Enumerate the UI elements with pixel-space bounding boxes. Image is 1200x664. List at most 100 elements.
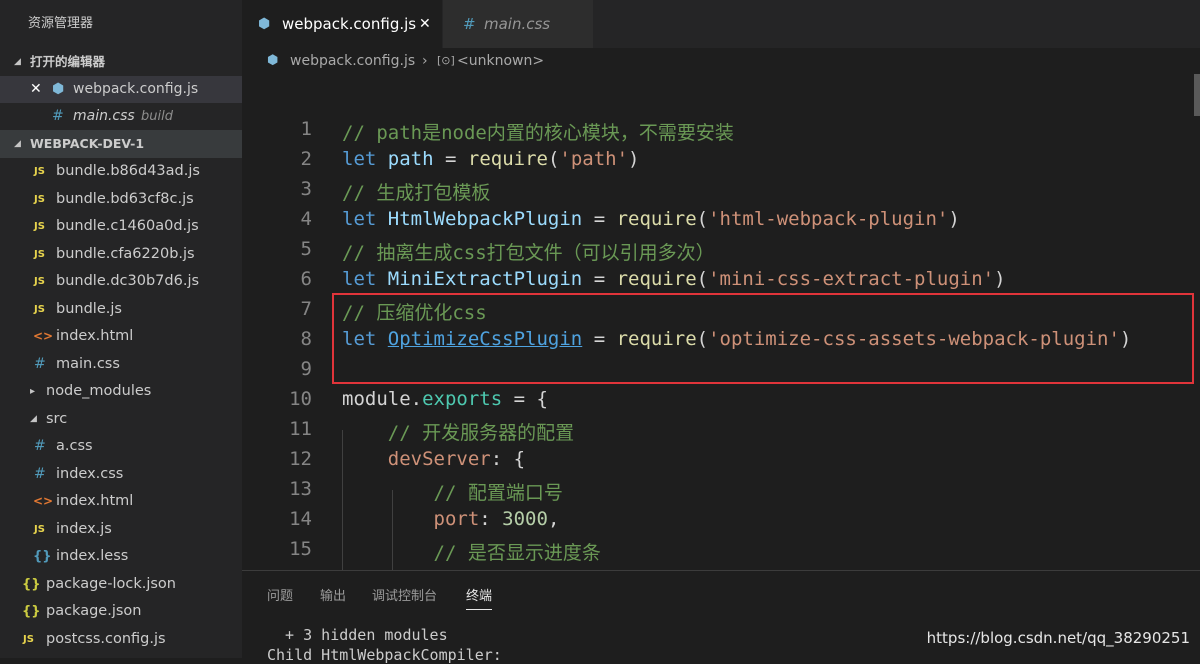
js-file-icon: JS — [34, 193, 45, 205]
close-icon[interactable]: ✕ — [30, 76, 42, 103]
code-line: let OptimizeCssPlugin = require('optimiz… — [342, 328, 1132, 350]
bottom-panel: 问题 输出 调试控制台 终端 + 3 hidden modules Child … — [242, 570, 1200, 664]
tab-problems[interactable]: 问题 — [267, 585, 293, 604]
json-file-icon: {} — [22, 576, 41, 592]
tree-item-label: bundle.bd63cf8c.js — [56, 190, 194, 207]
css-file-icon: # — [34, 438, 46, 454]
open-editor-item[interactable]: # main.css build — [0, 103, 242, 130]
tree-item-label: index.js — [56, 520, 112, 537]
breadcrumb-file[interactable]: webpack.config.js — [290, 48, 415, 74]
close-icon[interactable]: ✕ — [419, 0, 431, 48]
tree-item-label: bundle.c1460a0d.js — [56, 218, 199, 234]
css-file-icon: # — [34, 465, 46, 482]
code-line: // 是否显示进度条 — [433, 542, 601, 564]
tree-item[interactable]: JS bundle.c1460a0d.js — [0, 213, 242, 241]
breadcrumb-separator: › — [422, 53, 428, 69]
webpack-file-icon: ⬢ — [52, 81, 65, 97]
code-editor[interactable]: 1 2 3 4 5 6 7 8 9 10 11 12 13 14 15 // path是node内置的核心模… — [242, 74, 1200, 570]
html-file-icon: <> — [33, 494, 54, 508]
css-file-icon: # — [52, 108, 64, 124]
json-file-icon: {} — [22, 604, 41, 619]
terminal-line: + 3 hidden modules — [267, 626, 448, 644]
code-line: // 压缩优化css — [342, 302, 487, 324]
tab-output[interactable]: 输出 — [320, 585, 346, 604]
code-line: // 抽离生成css打包文件（可以引用多次） — [342, 242, 715, 264]
tree-item-label: bundle.b86d43ad.js — [56, 163, 200, 179]
tree-item-label: bundle.dc30b7d6.js — [56, 273, 200, 289]
js-file-icon: JS — [23, 633, 34, 645]
js-file-icon: JS — [34, 276, 45, 287]
line-number: 8 — [300, 328, 312, 350]
js-file-icon: JS — [34, 221, 45, 232]
tab-debug-console[interactable]: 调试控制台 — [372, 585, 437, 604]
tree-item[interactable]: {} index.less — [0, 543, 242, 571]
explorer-title: 资源管理器 — [28, 16, 94, 31]
line-number: 15 — [289, 538, 312, 560]
tree-item[interactable]: JS postcss.config.js — [0, 626, 242, 654]
tree-item-label: package.json — [46, 603, 142, 619]
terminal-line: Child HtmlWebpackCompiler: — [267, 646, 502, 664]
tree-item[interactable]: {} package.json — [0, 598, 242, 626]
open-editor-item[interactable]: ✕ ⬢ webpack.config.js — [0, 76, 242, 103]
line-number: 9 — [300, 358, 312, 380]
code-line: let HtmlWebpackPlugin = require('html-we… — [342, 208, 960, 230]
tab-webpack-config[interactable]: ⬢ webpack.config.js ✕ — [242, 0, 442, 48]
tree-item-label: index.html — [56, 328, 134, 344]
tree-item[interactable]: # index.css — [0, 461, 242, 489]
tree-item[interactable]: JS bundle.dc30b7d6.js — [0, 268, 242, 296]
tree-item[interactable]: JS bundle.bd63cf8c.js — [0, 186, 242, 214]
open-editor-label: main.css — [73, 108, 135, 124]
line-number: 14 — [289, 508, 312, 530]
tree-item[interactable]: ◢ src — [0, 406, 242, 434]
explorer-sidebar: 资源管理器 ◢ 打开的编辑器 ✕ ⬢ webpack.config.js # m… — [0, 0, 242, 658]
tree-item[interactable]: <> index.html — [0, 488, 242, 516]
webpack-file-icon: ⬢ — [267, 53, 279, 68]
tree-item[interactable]: JS index.js — [0, 516, 242, 544]
editor-scrollbar[interactable] — [1194, 74, 1200, 116]
open-editors-header[interactable]: ◢ 打开的编辑器 — [0, 48, 242, 76]
webpack-file-icon: ⬢ — [258, 16, 271, 32]
less-file-icon: {} — [33, 549, 52, 564]
code-line: // 配置端口号 — [433, 482, 563, 504]
breadcrumb-symbol[interactable]: <unknown> — [457, 48, 544, 74]
line-number: 4 — [300, 208, 312, 230]
tree-item[interactable]: JS bundle.cfa6220b.js — [0, 241, 242, 269]
tree-item[interactable]: JS bundle.b86d43ad.js — [0, 158, 242, 186]
css-file-icon: # — [463, 15, 476, 33]
line-number: 3 — [300, 178, 312, 200]
tree-item[interactable]: {} package-lock.json — [0, 571, 242, 599]
collapse-icon[interactable]: ◢ — [14, 130, 21, 158]
chevron-right-icon[interactable]: ▸ — [30, 378, 35, 406]
tree-item[interactable]: # a.css — [0, 433, 242, 461]
tab-main-css[interactable]: # main.css — [443, 0, 593, 48]
tree-item-label: index.less — [56, 548, 129, 564]
tab-label: main.css — [484, 15, 551, 33]
code-line: // 开发服务器的配置 — [387, 422, 575, 444]
tab-terminal[interactable]: 终端 — [466, 585, 493, 610]
tree-item-label: node_modules — [46, 383, 152, 399]
line-number: 13 — [289, 478, 312, 500]
line-number: 10 — [289, 388, 312, 410]
chevron-down-icon[interactable]: ◢ — [30, 406, 37, 434]
tree-item[interactable]: # main.css — [0, 351, 242, 379]
tree-item-label: package-lock.json — [46, 575, 176, 592]
tree-item-label: bundle.js — [56, 300, 122, 317]
code-line: let path = require('path') — [342, 148, 640, 170]
tree-item[interactable]: <> index.html — [0, 323, 242, 351]
tree-item[interactable]: JS bundle.js — [0, 296, 242, 324]
tree-item-label: index.css — [56, 465, 124, 482]
tree-item[interactable]: ▸ node_modules — [0, 378, 242, 406]
line-number: 2 — [300, 148, 312, 170]
collapse-icon[interactable]: ◢ — [14, 48, 21, 76]
tree-item-label: main.css — [56, 355, 120, 372]
project-header[interactable]: ◢ WEBPACK-DEV-1 — [0, 130, 242, 158]
line-number: 7 — [300, 298, 312, 320]
open-editor-label: webpack.config.js — [73, 81, 199, 97]
tab-label: webpack.config.js — [282, 15, 417, 33]
line-number: 6 — [300, 268, 312, 290]
tree-item-label: postcss.config.js — [46, 630, 166, 647]
watermark: https://blog.csdn.net/qq_38290251 — [926, 629, 1190, 647]
html-file-icon: <> — [33, 329, 54, 343]
code-line: module.exports = { — [342, 388, 548, 410]
tree-item-label: src — [46, 410, 68, 427]
